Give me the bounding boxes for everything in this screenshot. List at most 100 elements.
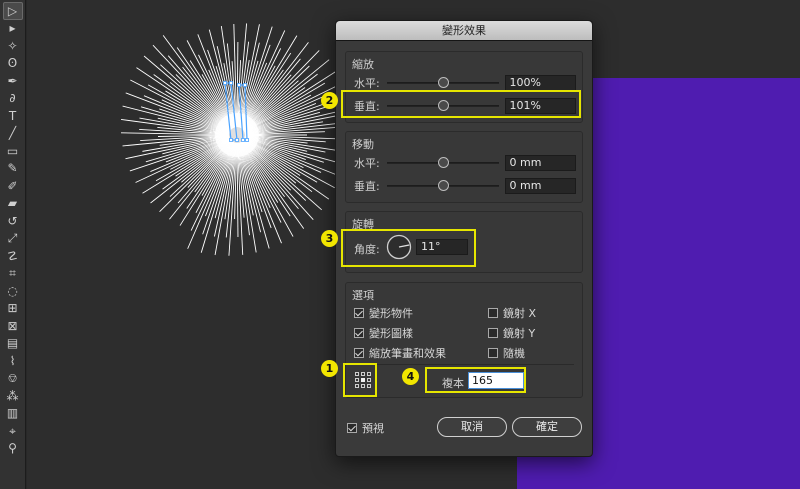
- line-tool-icon[interactable]: ╱: [3, 125, 23, 143]
- warp-tool-icon[interactable]: ☡: [3, 247, 23, 265]
- anchor-point[interactable]: [243, 83, 247, 87]
- rotate-group: 旋轉 角度: 11°: [345, 211, 583, 273]
- anchor-point[interactable]: [229, 138, 233, 142]
- scale-strokes-checkbox[interactable]: [354, 348, 364, 358]
- scale-group: 縮放 水平: 100% 垂直: 101%: [345, 51, 583, 123]
- move-horizontal-input[interactable]: 0 mm: [504, 155, 576, 171]
- symbol-sprayer-tool-icon[interactable]: ⁂: [3, 387, 23, 405]
- shape-builder-tool-icon[interactable]: ◌: [3, 282, 23, 300]
- move-vertical-row: 垂直: 0 mm: [354, 177, 576, 195]
- free-transform-tool-icon[interactable]: ⌗: [3, 265, 23, 283]
- annotation-badge-1: 1: [321, 360, 338, 377]
- magic-wand-tool-icon[interactable]: ✧: [3, 37, 23, 55]
- reflect-x-label: 鏡射 X: [503, 307, 537, 320]
- reflect-y-checkbox[interactable]: [488, 328, 498, 338]
- starburst-artwork[interactable]: [107, 5, 367, 265]
- random-label: 隨機: [503, 347, 525, 360]
- transform-patterns-label: 變形圖樣: [369, 327, 413, 340]
- angle-input[interactable]: 11°: [416, 239, 468, 255]
- options-group: 選項 變形物件 變形圖樣 縮放筆畫和效果 鏡射 X 鏡射 Y 隨機 複本 165: [345, 282, 583, 398]
- scale-horizontal-row: 水平: 100%: [354, 74, 576, 92]
- options-divider: [354, 364, 574, 365]
- transform-objects-option[interactable]: 變形物件: [354, 305, 413, 321]
- reflect-x-option[interactable]: 鏡射 X: [488, 305, 536, 321]
- selection-tool-icon[interactable]: ▷: [2, 2, 23, 20]
- scale-group-label: 縮放: [352, 58, 374, 71]
- transform-patterns-option[interactable]: 變形圖樣: [354, 325, 413, 341]
- anchor-point[interactable]: [235, 138, 239, 142]
- scale-horizontal-slider[interactable]: [386, 76, 499, 90]
- anchor-point[interactable]: [241, 138, 245, 142]
- curvature-tool-icon[interactable]: ∂: [3, 90, 23, 108]
- perspective-grid-tool-icon[interactable]: ⊞: [3, 300, 23, 318]
- angle-dial[interactable]: [386, 234, 412, 260]
- move-horizontal-row: 水平: 0 mm: [354, 154, 576, 172]
- transform-effect-dialog: 變形效果 縮放 水平: 100% 垂直: 101% 移動 水平: 0 mm 垂直…: [335, 20, 593, 457]
- cancel-button[interactable]: 取消: [437, 417, 507, 437]
- scale-vertical-row: 垂直: 101%: [354, 97, 576, 115]
- move-horizontal-slider-thumb[interactable]: [437, 157, 449, 168]
- annotation-badge-4: 4: [402, 368, 419, 385]
- anchor-point[interactable]: [223, 81, 227, 85]
- preview-option[interactable]: 預視: [347, 420, 384, 436]
- scale-strokes-label: 縮放筆畫和效果: [369, 347, 446, 360]
- pen-tool-icon[interactable]: ✒: [3, 72, 23, 90]
- move-horizontal-label: 水平:: [354, 157, 380, 170]
- reflect-x-checkbox[interactable]: [488, 308, 498, 318]
- annotation-badge-3: 3: [321, 230, 338, 247]
- scale-vertical-input[interactable]: 101%: [504, 98, 576, 114]
- blend-tool-icon[interactable]: ⎊: [3, 370, 23, 388]
- scale-horizontal-label: 水平:: [354, 77, 380, 90]
- transform-objects-checkbox[interactable]: [354, 308, 364, 318]
- column-graph-tool-icon[interactable]: ▥: [3, 405, 23, 423]
- move-vertical-label: 垂直:: [354, 180, 380, 193]
- anchor-point[interactable]: [245, 138, 249, 142]
- reference-point-locator-icon[interactable]: [355, 372, 371, 388]
- scale-horizontal-slider-thumb[interactable]: [437, 77, 449, 88]
- eyedropper-tool-icon[interactable]: ⌇: [3, 352, 23, 370]
- scale-vertical-slider[interactable]: [386, 99, 499, 113]
- paintbrush-tool-icon[interactable]: ✎: [3, 160, 23, 178]
- reflect-y-label: 鏡射 Y: [503, 327, 536, 340]
- scale-vertical-slider-thumb[interactable]: [437, 100, 449, 111]
- move-horizontal-slider[interactable]: [386, 156, 499, 170]
- rotate-tool-icon[interactable]: ↺: [3, 212, 23, 230]
- move-group: 移動 水平: 0 mm 垂直: 0 mm: [345, 131, 583, 203]
- transform-objects-label: 變形物件: [369, 307, 413, 320]
- move-vertical-slider-thumb[interactable]: [437, 180, 449, 191]
- ok-button[interactable]: 確定: [512, 417, 582, 437]
- anchor-point[interactable]: [237, 83, 241, 87]
- tools-panel: ▷ ▸ ✧ ʘ ✒ ∂ T ╱ ▭ ✎ ✐ ▰ ↺ ⤢ ☡ ⌗ ◌ ⊞ ⊠ ▤ ⌇ ⎊ ⁂ ▥ ⌖ ⚲: [0, 0, 26, 489]
- lasso-tool-icon[interactable]: ʘ: [3, 55, 23, 73]
- type-tool-icon[interactable]: T: [3, 107, 23, 125]
- shaper-tool-icon[interactable]: ✐: [3, 177, 23, 195]
- gradient-tool-icon[interactable]: ▤: [3, 335, 23, 353]
- scale-vertical-label: 垂直:: [354, 100, 380, 113]
- move-vertical-slider[interactable]: [386, 179, 499, 193]
- anchor-point[interactable]: [229, 81, 233, 85]
- slice-tool-icon[interactable]: ⚲: [3, 440, 23, 458]
- reflect-y-option[interactable]: 鏡射 Y: [488, 325, 535, 341]
- copies-label: 複本: [442, 377, 464, 390]
- copies-input[interactable]: 165: [468, 372, 524, 389]
- move-vertical-input[interactable]: 0 mm: [504, 178, 576, 194]
- dialog-title: 變形效果: [336, 21, 592, 41]
- preview-checkbox[interactable]: [347, 423, 357, 433]
- artboard-tool-icon[interactable]: ⌖: [3, 422, 23, 440]
- random-checkbox[interactable]: [488, 348, 498, 358]
- rectangle-tool-icon[interactable]: ▭: [3, 142, 23, 160]
- annotation-badge-2: 2: [321, 92, 338, 109]
- direct-selection-tool-icon[interactable]: ▸: [3, 20, 23, 38]
- rotate-group-label: 旋轉: [352, 218, 374, 231]
- move-group-label: 移動: [352, 138, 374, 151]
- transform-patterns-checkbox[interactable]: [354, 328, 364, 338]
- eraser-tool-icon[interactable]: ▰: [3, 195, 23, 213]
- scale-horizontal-input[interactable]: 100%: [504, 75, 576, 91]
- scale-tool-icon[interactable]: ⤢: [3, 230, 23, 248]
- preview-label: 預視: [362, 422, 384, 435]
- random-option[interactable]: 隨機: [488, 345, 525, 361]
- options-group-label: 選項: [352, 289, 374, 302]
- angle-label: 角度:: [354, 243, 380, 256]
- mesh-tool-icon[interactable]: ⊠: [3, 317, 23, 335]
- scale-strokes-option[interactable]: 縮放筆畫和效果: [354, 345, 446, 361]
